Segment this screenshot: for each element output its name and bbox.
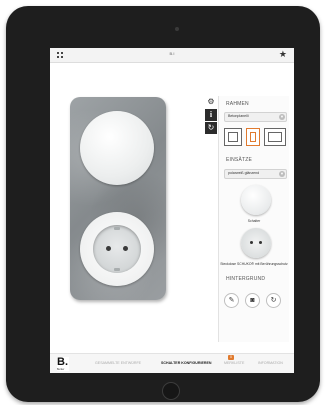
switch-insert-preview xyxy=(80,111,154,185)
logo-letter: B. xyxy=(57,356,68,368)
nav-item-wishlist[interactable]: MERKLISTE xyxy=(224,361,244,365)
socket-pin-left xyxy=(250,241,253,244)
config-panel: RAHMEN Betonplanelli ▼ EINSÄTZE polarwei… xyxy=(218,96,289,342)
logo-subtext: Berker xyxy=(57,368,65,371)
nav-item-configure[interactable]: SCHALTER KONFIGURIEREN xyxy=(161,361,211,365)
socket-insert-preview xyxy=(80,212,154,286)
refresh-icon[interactable]: ↻ xyxy=(205,122,217,134)
insert-color-select[interactable]: polarweiß glänzend ▼ xyxy=(224,169,287,179)
socket-insert-thumbnail[interactable] xyxy=(241,228,271,258)
info-icon[interactable]: i xyxy=(205,109,217,121)
tablet-device: B.I ★ ⚙ i ↻ RAHMEN Betonplanelli ▼ EINSÄ… xyxy=(6,6,320,402)
frame-option-2fach-vertical[interactable] xyxy=(246,128,260,146)
switch-frame-preview xyxy=(70,97,166,300)
chevron-down-icon: ▼ xyxy=(279,171,285,177)
switch-insert-thumbnail[interactable] xyxy=(241,185,271,215)
chevron-down-icon: ▼ xyxy=(279,114,285,120)
frame-option-2fach-horizontal[interactable] xyxy=(264,128,286,146)
top-bar: B.I ★ xyxy=(50,48,294,63)
frame-material-value: Betonplanelli xyxy=(228,114,249,118)
camera-dot xyxy=(175,27,179,31)
bottom-nav: B. Berker GESAMMELTE ENTWÜRFE SCHALTER K… xyxy=(50,353,294,373)
app-screen: B.I ★ ⚙ i ↻ RAHMEN Betonplanelli ▼ EINSÄ… xyxy=(50,48,294,373)
socket-insert-label: Steckdose SCHUKO® mit Berührungsschutz xyxy=(220,262,288,266)
socket-pin-right xyxy=(123,246,128,251)
camera-icon[interactable]: ◙ xyxy=(245,293,260,308)
switch-insert-label: Schalter xyxy=(247,219,261,223)
socket-pin-right xyxy=(259,241,262,244)
frame-option-1fach[interactable] xyxy=(224,128,242,146)
background-section-title: HINTERGRUND xyxy=(226,276,266,282)
star-icon[interactable]: ★ xyxy=(279,49,287,60)
nav-item-information[interactable]: INFORMATION xyxy=(258,361,283,365)
frame-section-title: RAHMEN xyxy=(226,101,249,107)
refresh-icon[interactable]: ↻ xyxy=(266,293,281,308)
inserts-section-title: EINSÄTZE xyxy=(226,157,253,163)
nav-item-saved-designs[interactable]: GESAMMELTE ENTWÜRFE xyxy=(95,361,141,365)
insert-color-value: polarweiß glänzend xyxy=(228,171,260,175)
brush-icon[interactable]: ✎ xyxy=(224,293,239,308)
frame-material-select[interactable]: Betonplanelli ▼ xyxy=(224,112,287,122)
socket-face xyxy=(93,225,141,273)
home-button[interactable] xyxy=(162,382,180,400)
earth-contact-top xyxy=(114,227,120,230)
wishlist-count-badge: 0 xyxy=(228,355,234,360)
berker-logo[interactable]: B. Berker xyxy=(57,356,69,371)
app-title: B.I xyxy=(169,51,175,56)
gear-icon[interactable]: ⚙ xyxy=(205,96,217,108)
socket-pin-left xyxy=(106,246,111,251)
earth-contact-bottom xyxy=(114,268,120,271)
